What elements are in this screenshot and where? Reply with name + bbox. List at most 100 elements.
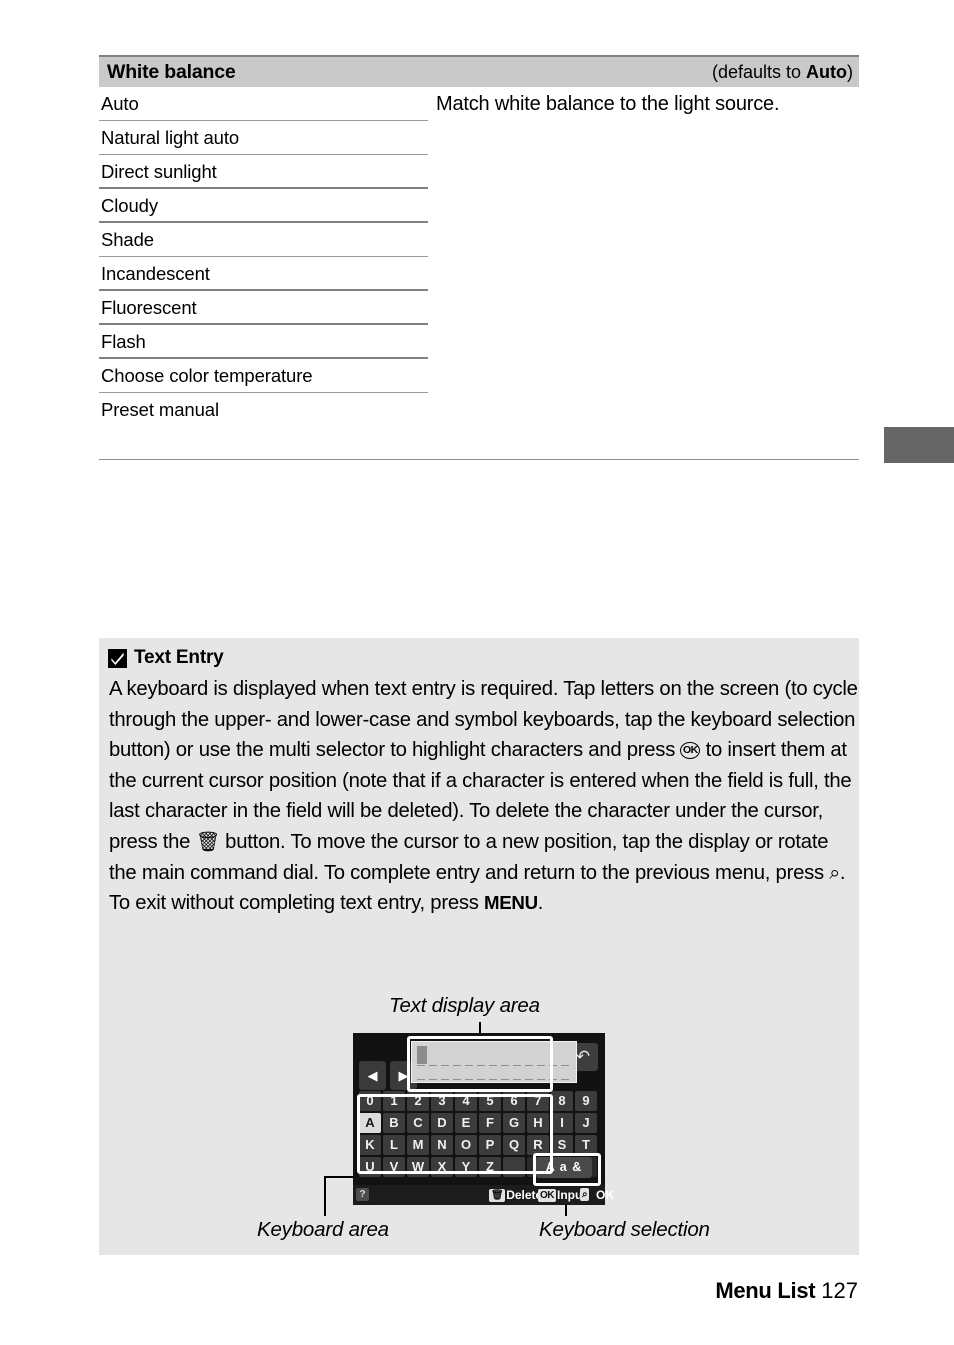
key[interactable]: 2 bbox=[407, 1091, 429, 1111]
keyboard-row: 0 1 2 3 4 5 6 7 8 9 bbox=[359, 1091, 599, 1111]
table-row-label: Choose color temperature bbox=[101, 365, 313, 386]
zoom-in-icon: ⌕ bbox=[829, 860, 840, 884]
key[interactable]: C bbox=[407, 1113, 429, 1133]
zoom-in-icon: ⌕ bbox=[580, 1188, 590, 1201]
key[interactable]: 9 bbox=[575, 1091, 597, 1111]
table-row: Choose color temperature bbox=[99, 359, 859, 393]
note-body: A keyboard is displayed when text entry … bbox=[109, 674, 861, 919]
key[interactable]: I bbox=[551, 1113, 573, 1133]
status-delete-label: Delete bbox=[506, 1188, 543, 1202]
key[interactable]: 5 bbox=[479, 1091, 501, 1111]
key[interactable]: 8 bbox=[551, 1091, 573, 1111]
key[interactable]: U bbox=[359, 1157, 381, 1177]
note-title: Text Entry bbox=[134, 647, 224, 668]
key[interactable]: V bbox=[383, 1157, 405, 1177]
caption-keyboard-area: Keyboard area bbox=[257, 1218, 389, 1241]
table-row-label: Direct sunlight bbox=[101, 161, 217, 182]
text-underline-row bbox=[417, 1065, 571, 1066]
text-underline-row bbox=[417, 1079, 571, 1080]
key[interactable]: Z bbox=[479, 1157, 501, 1177]
key-selected[interactable]: A bbox=[359, 1113, 381, 1133]
key[interactable]: S bbox=[551, 1135, 573, 1155]
screen-status-bar: ? 🗑 Delete OK Input ⌕ OK bbox=[353, 1185, 614, 1205]
key[interactable]: M bbox=[407, 1135, 429, 1155]
default-value: Auto bbox=[806, 61, 847, 82]
key[interactable]: G bbox=[503, 1113, 525, 1133]
white-balance-table: White balance (defaults to Auto) Match w… bbox=[99, 55, 859, 460]
key[interactable]: Q bbox=[503, 1135, 525, 1155]
key[interactable]: 6 bbox=[503, 1091, 525, 1111]
key[interactable]: T bbox=[575, 1135, 597, 1155]
key[interactable]: 1 bbox=[383, 1091, 405, 1111]
ok-button-icon: OK bbox=[538, 1188, 556, 1202]
key[interactable]: O bbox=[455, 1135, 477, 1155]
caption-text-display-area: Text display area bbox=[389, 994, 540, 1017]
footer-section: Menu List bbox=[715, 1278, 816, 1303]
default-suffix: ) bbox=[847, 61, 853, 82]
key[interactable]: E bbox=[455, 1113, 477, 1133]
key[interactable]: K bbox=[359, 1135, 381, 1155]
table-row-label: Auto bbox=[101, 93, 139, 114]
key-space[interactable]: _ bbox=[503, 1157, 525, 1177]
table-header-default: (defaults to Auto) bbox=[712, 62, 853, 83]
keyboard-row: K L M N O P Q R S T bbox=[359, 1135, 599, 1155]
text-cursor bbox=[417, 1046, 427, 1064]
note-title-row: Text Entry bbox=[108, 647, 224, 669]
table-row-label: Preset manual bbox=[101, 399, 219, 420]
text-entry-diagram: Text display area Keyboard area Keyboard… bbox=[99, 994, 859, 1249]
table-row: Flash bbox=[99, 325, 859, 359]
key[interactable]: R bbox=[527, 1135, 549, 1155]
table-bottom-rule bbox=[99, 459, 859, 460]
page-edge-tab-marker bbox=[884, 427, 954, 463]
leader-line-left bbox=[324, 1178, 326, 1216]
key[interactable]: 7 bbox=[527, 1091, 549, 1111]
checkmark-box-icon bbox=[108, 648, 127, 668]
keyboard-row: A B C D E F G H I J bbox=[359, 1113, 599, 1133]
key[interactable]: N bbox=[431, 1135, 453, 1155]
table-row: Preset manual bbox=[99, 393, 859, 427]
key[interactable]: B bbox=[383, 1113, 405, 1133]
key[interactable]: P bbox=[479, 1135, 501, 1155]
table-row: Fluorescent bbox=[99, 291, 859, 325]
default-prefix: (defaults to bbox=[711, 61, 807, 82]
note-text-part-5: . bbox=[537, 892, 544, 915]
table-row: Auto bbox=[99, 87, 859, 121]
table-header-title: White balance bbox=[107, 60, 236, 83]
status-ok-label: OK bbox=[596, 1188, 614, 1202]
table-row: Cloudy bbox=[99, 189, 859, 223]
key[interactable]: X bbox=[431, 1157, 453, 1177]
ok-button-glyph: OK bbox=[680, 742, 701, 760]
table-body: Match white balance to the light source.… bbox=[99, 87, 859, 460]
key[interactable]: F bbox=[479, 1113, 501, 1133]
trash-icon: 🗑 bbox=[195, 829, 220, 853]
page-footer: Menu List 127 bbox=[715, 1278, 858, 1304]
text-entry-note: Text Entry A keyboard is displayed when … bbox=[99, 638, 859, 1255]
status-delete[interactable]: 🗑 Delete bbox=[489, 1188, 542, 1202]
table-row-label: Shade bbox=[101, 229, 154, 250]
menu-button-label: MENU bbox=[484, 892, 538, 914]
key[interactable]: J bbox=[575, 1113, 597, 1133]
table-row: Shade bbox=[99, 223, 859, 257]
caption-keyboard-selection: Keyboard selection bbox=[539, 1218, 710, 1241]
table-row: Incandescent bbox=[99, 257, 859, 291]
key[interactable]: 0 bbox=[359, 1091, 381, 1111]
left-arrow-button[interactable]: ◀ bbox=[359, 1061, 386, 1090]
text-display-area[interactable] bbox=[411, 1041, 577, 1083]
key[interactable]: W bbox=[407, 1157, 429, 1177]
key[interactable]: 4 bbox=[455, 1091, 477, 1111]
camera-screen: ◀ ▶ ↶ 0 1 2 3 4 5 6 7 8 9 A B C D E F G … bbox=[353, 1033, 614, 1205]
key[interactable]: 3 bbox=[431, 1091, 453, 1111]
help-icon[interactable]: ? bbox=[356, 1188, 369, 1201]
table-row: Direct sunlight bbox=[99, 155, 859, 189]
key[interactable]: H bbox=[527, 1113, 549, 1133]
keyboard-selection-button[interactable]: A a & bbox=[536, 1157, 592, 1178]
table-row-label: Flash bbox=[101, 331, 146, 352]
page-number: 127 bbox=[821, 1278, 858, 1303]
key[interactable]: D bbox=[431, 1113, 453, 1133]
key[interactable]: L bbox=[383, 1135, 405, 1155]
table-row-label: Cloudy bbox=[101, 195, 158, 216]
table-row-label: Natural light auto bbox=[101, 127, 240, 148]
table-row-label: Incandescent bbox=[101, 263, 210, 284]
status-zoom[interactable]: ⌕ bbox=[580, 1188, 590, 1201]
key[interactable]: Y bbox=[455, 1157, 477, 1177]
